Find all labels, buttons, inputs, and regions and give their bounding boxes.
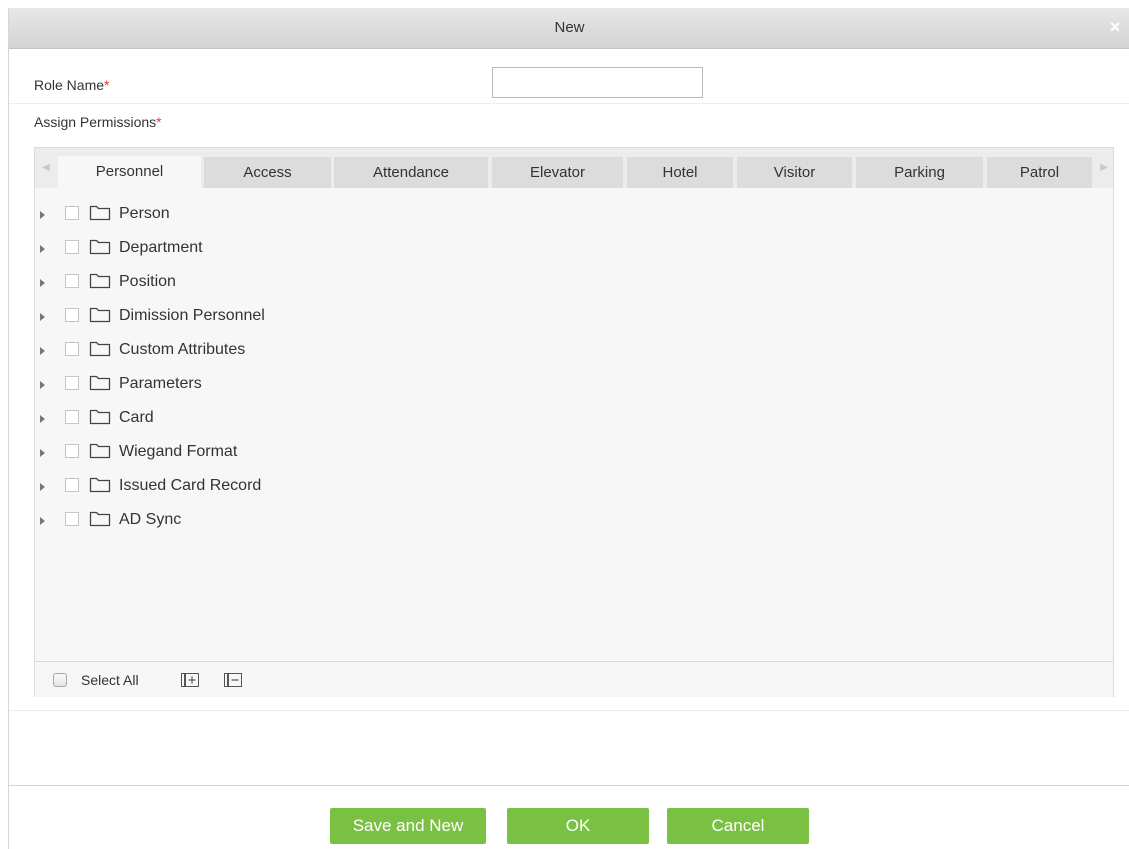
tree-toolbar: Select All xyxy=(35,661,1113,697)
expand-arrow-icon[interactable] xyxy=(40,347,45,355)
permission-tree: Person Department Position Dimission Per… xyxy=(35,188,1113,661)
folder-icon xyxy=(89,409,111,425)
tree-node-label: Issued Card Record xyxy=(119,477,262,494)
tree-node-checkbox[interactable] xyxy=(65,206,79,220)
expand-arrow-icon[interactable] xyxy=(40,517,45,525)
folder-icon xyxy=(89,443,111,459)
tree-node-checkbox[interactable] xyxy=(65,478,79,492)
tree-node-label: Custom Attributes xyxy=(119,341,246,358)
tab-scroll-left-icon[interactable]: ◀ xyxy=(35,148,57,188)
role-name-input[interactable] xyxy=(492,67,703,98)
tree-node-checkbox[interactable] xyxy=(65,342,79,356)
tab-visitor[interactable]: Visitor xyxy=(737,157,852,188)
expand-arrow-icon[interactable] xyxy=(40,415,45,423)
expand-arrow-icon[interactable] xyxy=(40,245,45,253)
required-mark: * xyxy=(156,114,162,130)
tree-node-label: Position xyxy=(119,273,176,290)
expand-arrow-icon[interactable] xyxy=(40,313,45,321)
tab-hotel[interactable]: Hotel xyxy=(627,157,733,188)
tree-node-label: Dimission Personnel xyxy=(119,307,265,324)
expand-all-icon[interactable] xyxy=(180,672,200,688)
role-name-label: Role Name* xyxy=(34,77,110,93)
folder-icon xyxy=(89,477,111,493)
tree-node-checkbox[interactable] xyxy=(65,240,79,254)
tab-access[interactable]: Access xyxy=(204,157,331,188)
expand-arrow-icon[interactable] xyxy=(40,483,45,491)
tab-parking[interactable]: Parking xyxy=(856,157,983,188)
select-all-checkbox[interactable] xyxy=(53,673,67,687)
folder-icon xyxy=(89,307,111,323)
required-mark: * xyxy=(104,77,110,93)
tab-elevator[interactable]: Elevator xyxy=(492,157,623,188)
permissions-panel: ◀ Personnel Access Attendance Elevator H… xyxy=(34,147,1114,697)
tree-node-label: Department xyxy=(119,239,203,256)
save-and-new-button[interactable]: Save and New xyxy=(330,808,486,844)
tab-patrol[interactable]: Patrol xyxy=(987,157,1092,188)
collapse-all-icon[interactable] xyxy=(223,672,243,688)
folder-icon xyxy=(89,239,111,255)
tab-scroll-right-icon[interactable]: ▶ xyxy=(1093,148,1115,188)
assign-permissions-label: Assign Permissions* xyxy=(34,114,162,130)
expand-arrow-icon[interactable] xyxy=(40,449,45,457)
tree-node-checkbox[interactable] xyxy=(65,308,79,322)
folder-icon xyxy=(89,273,111,289)
tree-node-label: AD Sync xyxy=(119,511,182,528)
dialog-title: New xyxy=(554,19,585,36)
new-role-dialog: New × Role Name* Assign Permissions* ◀ P… xyxy=(8,8,1129,849)
tree-node-checkbox[interactable] xyxy=(65,410,79,424)
tree-node-label: Card xyxy=(119,409,154,426)
close-icon[interactable]: × xyxy=(1106,18,1124,36)
tree-node-checkbox[interactable] xyxy=(65,512,79,526)
tree-node-checkbox[interactable] xyxy=(65,444,79,458)
ok-button[interactable]: OK xyxy=(507,808,649,844)
expand-arrow-icon[interactable] xyxy=(40,381,45,389)
panel-bottom-divider xyxy=(9,698,1129,711)
footer-divider xyxy=(9,785,1129,786)
expand-arrow-icon[interactable] xyxy=(40,279,45,287)
tree-node-checkbox[interactable] xyxy=(65,274,79,288)
tree-node-label: Parameters xyxy=(119,375,202,392)
dialog-titlebar: New × xyxy=(9,8,1129,49)
module-tab-bar: ◀ Personnel Access Attendance Elevator H… xyxy=(35,148,1113,188)
tree-node-label: Wiegand Format xyxy=(119,443,238,460)
tab-personnel[interactable]: Personnel xyxy=(58,156,201,188)
assign-permissions-row: Assign Permissions* xyxy=(9,104,1129,138)
select-all-label[interactable]: Select All xyxy=(81,662,139,699)
tree-node-checkbox[interactable] xyxy=(65,376,79,390)
folder-icon xyxy=(89,341,111,357)
tab-attendance[interactable]: Attendance xyxy=(334,157,488,188)
cancel-button[interactable]: Cancel xyxy=(667,808,809,844)
folder-icon xyxy=(89,375,111,391)
folder-icon xyxy=(89,205,111,221)
expand-arrow-icon[interactable] xyxy=(40,211,45,219)
tree-node-label: Person xyxy=(119,205,170,222)
folder-icon xyxy=(89,511,111,527)
